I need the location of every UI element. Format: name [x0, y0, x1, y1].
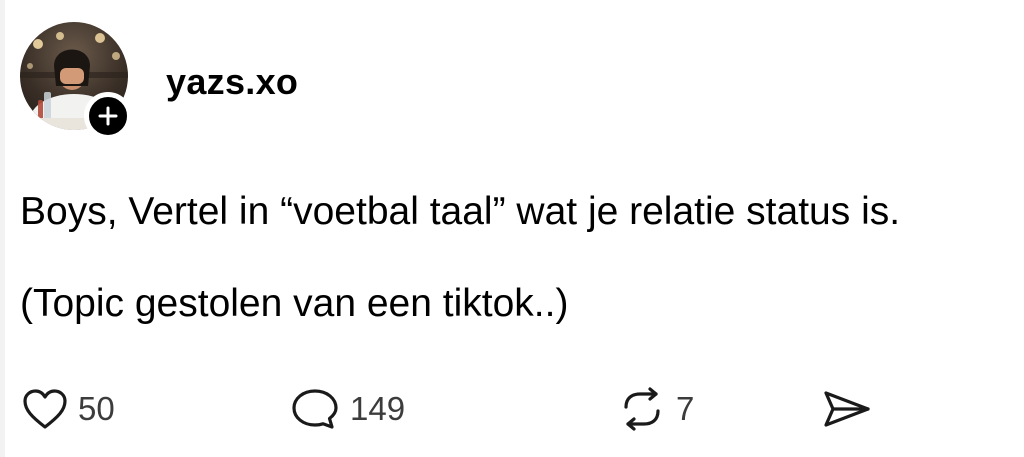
- repost-icon: [624, 387, 660, 431]
- author-username[interactable]: yazs.xo: [166, 60, 298, 104]
- send-icon: [824, 391, 870, 427]
- post-text-line: (Topic gestolen van een tiktok..): [20, 282, 569, 325]
- speech-bubble-icon: [292, 389, 338, 429]
- plus-icon: [98, 106, 118, 126]
- left-edge-divider: [0, 0, 5, 457]
- like-button[interactable]: 50: [22, 388, 115, 430]
- reply-button[interactable]: 149: [290, 388, 405, 430]
- repost-count: 7: [676, 390, 695, 427]
- author-avatar-block[interactable]: [20, 22, 132, 140]
- post-text-line: Boys, Vertel in “voetbal taal” wat je re…: [20, 190, 901, 233]
- share-button[interactable]: [822, 388, 872, 430]
- repost-button[interactable]: 7: [618, 387, 695, 431]
- like-count: 50: [78, 390, 115, 427]
- follow-button[interactable]: [84, 92, 132, 140]
- heart-icon: [23, 389, 67, 429]
- reply-count: 149: [350, 390, 406, 427]
